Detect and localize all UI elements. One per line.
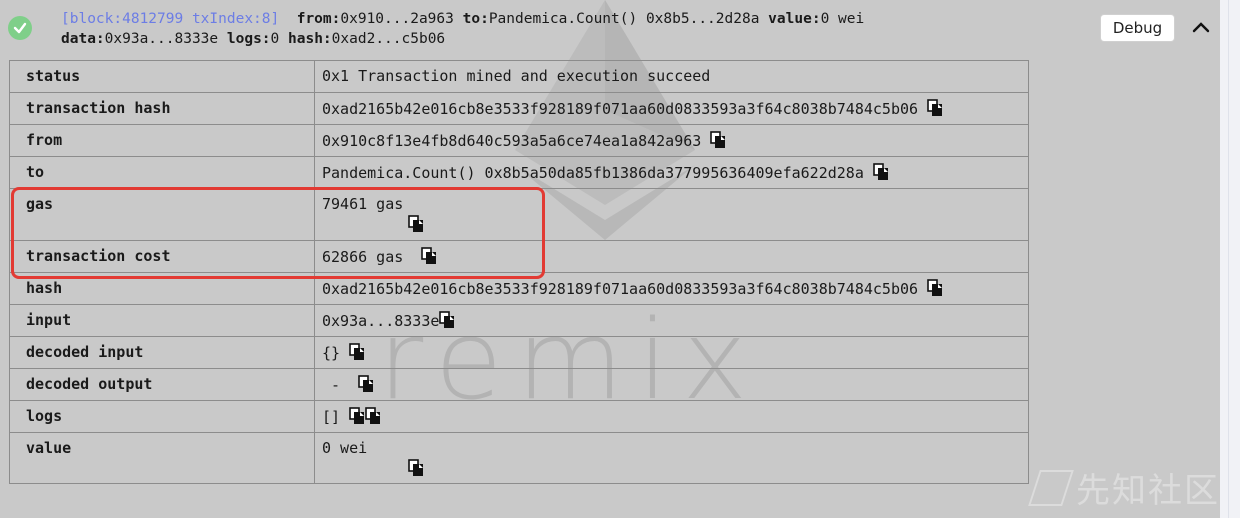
site-watermark-text: 先知社区 xyxy=(1076,471,1220,511)
row-value-decoded-output: - xyxy=(314,368,1029,401)
summary-value-value: 0 wei xyxy=(820,11,865,27)
row-key-status: status xyxy=(9,60,315,93)
decoded-input-value: {} xyxy=(322,344,341,362)
row-value-to: Pandemica.Count() 0x8b5a50da85fb1386da37… xyxy=(314,156,1029,189)
row-key-to: to xyxy=(9,156,315,189)
row-value-logs: [] xyxy=(314,400,1029,433)
status-value: 0x1 Transaction mined and execution succ… xyxy=(322,67,711,85)
row-key-transaction-hash: transaction hash xyxy=(9,92,315,125)
summary-value-key: value: xyxy=(768,11,821,27)
table-row: decoded input {} xyxy=(9,336,1029,369)
copy-icon[interactable] xyxy=(927,99,943,117)
right-panel-edge xyxy=(1220,0,1240,518)
row-value-value: 0 wei xyxy=(314,432,1029,484)
input-value: 0x93a...8333e xyxy=(322,312,440,330)
summary-to-key: to: xyxy=(462,11,489,27)
to-value: Pandemica.Count() 0x8b5a50da85fb1386da37… xyxy=(322,164,864,182)
block-index: [block:4812799 txIndex:8] xyxy=(61,11,280,27)
row-value-from: 0x910c8f13e4fb8d640c593a5a6ce74ea1a842a9… xyxy=(314,124,1029,157)
copy-icon[interactable] xyxy=(349,343,365,361)
table-row: from 0x910c8f13e4fb8d640c593a5a6ce74ea1a… xyxy=(9,124,1029,157)
summary-from-value: 0x910...2a963 xyxy=(340,11,454,27)
table-row: to Pandemica.Count() 0x8b5a50da85fb1386d… xyxy=(9,156,1029,189)
table-row: logs [] xyxy=(9,400,1029,433)
gas-highlight-box xyxy=(11,187,545,279)
summary-data-key: data: xyxy=(61,31,105,47)
table-row: status 0x1 Transaction mined and executi… xyxy=(9,60,1029,93)
row-key-value: value xyxy=(9,432,315,484)
row-key-input: input xyxy=(9,304,315,337)
decoded-output-value: - xyxy=(322,376,350,394)
row-key-from: from xyxy=(9,124,315,157)
row-key-logs: logs xyxy=(9,400,315,433)
site-watermark: 先知社区 xyxy=(1028,463,1220,512)
copy-icon[interactable] xyxy=(358,375,374,393)
row-key-decoded-output: decoded output xyxy=(9,368,315,401)
collapse-chevron-up-icon[interactable] xyxy=(1192,20,1210,34)
copy-icon[interactable] xyxy=(408,459,424,477)
copy-icon[interactable] xyxy=(710,131,726,149)
summary-data-value: 0x93a...8333e xyxy=(104,31,219,47)
summary-logs-key: logs: xyxy=(226,31,271,47)
debug-button[interactable]: Debug xyxy=(1100,14,1175,42)
table-row: input 0x93a...8333e xyxy=(9,304,1029,337)
success-check-icon xyxy=(8,16,32,40)
from-value: 0x910c8f13e4fb8d640c593a5a6ce74ea1a842a9… xyxy=(322,132,702,150)
summary-hash-key: hash: xyxy=(288,31,332,47)
summary-from-key: from: xyxy=(296,11,341,27)
table-row: transaction hash 0xad2165b42e016cb8e3533… xyxy=(9,92,1029,125)
table-row: value 0 wei xyxy=(9,432,1029,484)
transaction-summary: [block:4812799 txIndex:8] from:0x910...2… xyxy=(61,9,1071,49)
summary-to-value: Pandemica.Count() 0x8b5...2d28a xyxy=(488,11,760,27)
row-value-input: 0x93a...8333e xyxy=(314,304,1029,337)
copy-icon[interactable] xyxy=(873,163,889,181)
transaction-hash-value: 0xad2165b42e016cb8e3533f928189f071aa60d0… xyxy=(322,100,919,118)
hash-value: 0xad2165b42e016cb8e3533f928189f071aa60d0… xyxy=(322,280,919,298)
copy-icon[interactable] xyxy=(439,311,455,329)
transaction-header[interactable]: [block:4812799 txIndex:8] from:0x910...2… xyxy=(0,0,1220,58)
row-value-transaction-hash: 0xad2165b42e016cb8e3533f928189f071aa60d0… xyxy=(314,92,1029,125)
watermark-logo-icon xyxy=(1028,469,1074,506)
logs-value: [] xyxy=(322,408,341,426)
row-key-decoded-input: decoded input xyxy=(9,336,315,369)
copy-icon[interactable] xyxy=(365,407,381,425)
row-value-decoded-input: {} xyxy=(314,336,1029,369)
copy-icon[interactable] xyxy=(927,279,943,297)
table-row: decoded output - xyxy=(9,368,1029,401)
copy-icon[interactable] xyxy=(349,407,365,425)
summary-logs-value: 0 xyxy=(270,31,280,47)
row-value-status: 0x1 Transaction mined and execution succ… xyxy=(314,60,1029,93)
summary-hash-value: 0xad2...c5b06 xyxy=(331,31,446,47)
value-value: 0 wei xyxy=(322,439,368,457)
